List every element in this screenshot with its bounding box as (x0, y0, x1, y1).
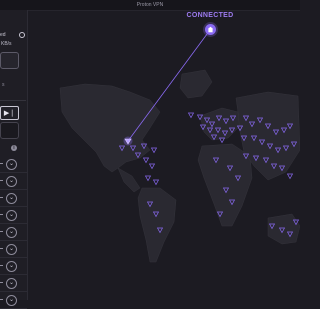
chevron-down-icon[interactable]: ⌄ (6, 193, 17, 204)
country-row[interactable]: ⌄ (0, 292, 27, 309)
disconnect-button[interactable] (0, 52, 19, 69)
country-row[interactable]: ⌄ (0, 156, 27, 173)
server-location-marker[interactable] (144, 175, 152, 182)
chevron-down-icon[interactable]: ⌄ (6, 261, 17, 272)
chevron-down-icon[interactable]: ⌄ (6, 244, 17, 255)
chevron-down-icon[interactable]: ⌄ (6, 278, 17, 289)
speed-readout: KB/s (1, 41, 12, 47)
chevron-down-icon[interactable]: ⌄ (6, 210, 17, 221)
skip-forward-icon: ▶❘ (3, 110, 16, 117)
chevron-down-icon[interactable]: ⌄ (6, 227, 17, 238)
search-input[interactable] (0, 122, 19, 139)
landmass (59, 69, 300, 263)
country-row[interactable]: ⌄ (0, 190, 27, 207)
connection-status-label: CONNECTED (186, 12, 234, 19)
home-icon[interactable] (205, 24, 216, 35)
sidebar-divider (0, 100, 26, 101)
connection-status-text: ed (0, 32, 6, 38)
country-row[interactable]: ⌄ (0, 241, 27, 258)
chevron-down-icon[interactable]: ⌄ (6, 159, 17, 170)
country-row[interactable]: ⌄ (0, 258, 27, 275)
section-label: s (2, 82, 5, 88)
server-location-marker[interactable] (150, 147, 158, 154)
sidebar: ed KB/s s ▶❘ i ⌄ ⌄ ⌄ ⌄ ⌄ ⌄ ⌄ ⌄ ⌄ (0, 10, 28, 309)
country-row[interactable]: ⌄ (0, 207, 27, 224)
info-icon[interactable]: i (11, 145, 17, 151)
country-row[interactable]: ⌄ (0, 224, 27, 241)
server-location-marker[interactable] (286, 173, 294, 180)
chevron-down-icon[interactable]: ⌄ (6, 295, 17, 306)
world-map[interactable] (27, 10, 300, 300)
server-location-marker[interactable] (142, 157, 150, 164)
country-list: ⌄ ⌄ ⌄ ⌄ ⌄ ⌄ ⌄ ⌄ ⌄ (0, 156, 27, 309)
quick-connect-button[interactable]: ▶❘ (0, 106, 19, 120)
server-location-marker[interactable] (152, 179, 160, 186)
status-indicator-icon (19, 32, 25, 38)
server-location-marker[interactable] (187, 112, 195, 119)
active-location-marker[interactable] (123, 136, 133, 146)
country-row[interactable]: ⌄ (0, 173, 27, 190)
country-row[interactable]: ⌄ (0, 275, 27, 292)
chevron-down-icon[interactable]: ⌄ (6, 176, 17, 187)
server-location-marker[interactable] (148, 163, 156, 170)
